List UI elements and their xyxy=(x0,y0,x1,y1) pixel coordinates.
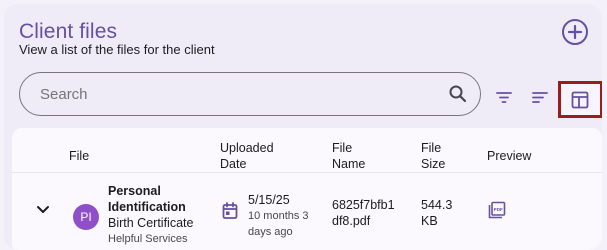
search-input[interactable] xyxy=(40,86,420,103)
header-text: Date xyxy=(220,157,247,171)
column-header-file[interactable]: File xyxy=(69,148,89,164)
filter-icon xyxy=(496,92,512,103)
search-icon[interactable] xyxy=(448,84,468,104)
column-header-uploaded-date[interactable]: Uploaded Date xyxy=(220,140,274,172)
file-source: Helpful Services xyxy=(108,233,188,245)
file-size-line: KB xyxy=(421,214,438,228)
sort-icon xyxy=(532,92,548,103)
svg-text:PDF: PDF xyxy=(494,207,503,212)
avatar: PI xyxy=(73,204,99,230)
column-settings-button[interactable] xyxy=(558,81,602,118)
file-title-cell: Personal Identification Birth Certificat… xyxy=(108,183,193,247)
header-text: Uploaded xyxy=(220,141,274,155)
uploaded-date-cell: 5/15/25 10 months 3 days ago xyxy=(248,192,309,240)
file-title-line: Personal xyxy=(108,184,161,198)
chevron-down-icon xyxy=(37,206,49,213)
column-header-file-name[interactable]: File Name xyxy=(332,140,365,172)
uploaded-relative: 10 months 3 xyxy=(248,210,309,222)
expand-row-button[interactable] xyxy=(36,203,50,219)
file-size-cell: 544.3 KB xyxy=(421,197,452,229)
files-table: File Uploaded Date File Name File Size P… xyxy=(12,128,602,250)
header-text: Size xyxy=(421,157,446,171)
filter-button[interactable] xyxy=(491,84,517,110)
client-files-card: Client files View a list of the files fo… xyxy=(4,4,602,250)
uploaded-relative: days ago xyxy=(248,226,293,238)
header-text: Name xyxy=(332,157,366,171)
header-text: File xyxy=(421,141,442,155)
calendar-icon xyxy=(222,202,238,219)
file-title-line: Identification xyxy=(108,200,186,214)
file-name-cell: 6825f7bfb1 df8.pdf xyxy=(332,197,395,229)
file-name-line: 6825f7bfb1 xyxy=(332,198,395,212)
search-field[interactable] xyxy=(19,72,481,116)
page-subtitle: View a list of the files for the client xyxy=(19,42,215,57)
page-title: Client files xyxy=(19,20,118,43)
pdf-icon: PDF xyxy=(488,201,506,219)
sort-button[interactable] xyxy=(527,84,553,110)
header-divider xyxy=(12,172,602,173)
add-circle-icon xyxy=(562,19,588,45)
file-name-line: df8.pdf xyxy=(332,214,371,228)
add-file-button[interactable] xyxy=(560,17,590,47)
uploaded-date: 5/15/25 xyxy=(248,193,290,207)
table-columns-icon xyxy=(571,91,589,109)
file-size-line: 544.3 xyxy=(421,198,453,212)
header-text: File xyxy=(332,141,353,155)
column-header-preview[interactable]: Preview xyxy=(487,148,531,164)
document-type: Birth Certificate xyxy=(108,216,194,230)
column-header-file-size[interactable]: File Size xyxy=(421,140,445,172)
preview-pdf-button[interactable]: PDF xyxy=(488,201,506,223)
